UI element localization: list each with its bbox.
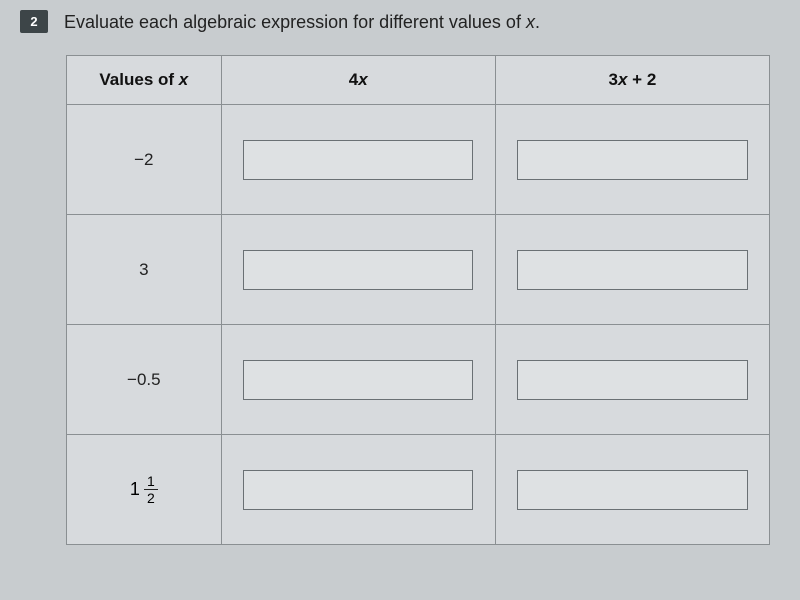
- answer-input-4x-row3[interactable]: [243, 360, 473, 400]
- col-header-3x-plus-2: 3x + 2: [495, 56, 769, 105]
- fraction-stack: 1 2: [144, 474, 158, 505]
- answer-input-4x-row4[interactable]: [243, 470, 473, 510]
- answer-cell-4x: [221, 215, 495, 325]
- col1-label-var: x: [179, 70, 188, 89]
- x-value-cell: 3: [67, 215, 222, 325]
- col2-label-before: 4: [349, 70, 358, 89]
- col2-label-var: x: [358, 70, 367, 89]
- answer-cell-3x2: [495, 325, 769, 435]
- question-text-before: Evaluate each algebraic expression for d…: [64, 12, 526, 32]
- answer-cell-3x2: [495, 435, 769, 545]
- x-value: −2: [134, 150, 153, 169]
- x-value-cell: 1 1 2: [67, 435, 222, 545]
- table-row: −0.5: [67, 325, 770, 435]
- question-header: 2 Evaluate each algebraic expression for…: [20, 10, 780, 35]
- question-text: Evaluate each algebraic expression for d…: [64, 10, 540, 35]
- table-row: 3: [67, 215, 770, 325]
- table-row: 1 1 2: [67, 435, 770, 545]
- answer-cell-4x: [221, 325, 495, 435]
- table-header-row: Values of x 4x 3x + 2: [67, 56, 770, 105]
- x-value: 3: [139, 260, 148, 279]
- answer-cell-3x2: [495, 105, 769, 215]
- col1-label-before: Values of: [99, 70, 178, 89]
- col3-label-after: + 2: [627, 70, 656, 89]
- fraction-denominator: 2: [147, 490, 155, 505]
- x-value-cell: −2: [67, 105, 222, 215]
- answer-input-3x2-row2[interactable]: [517, 250, 747, 290]
- expression-table: Values of x 4x 3x + 2 −2 3: [66, 55, 770, 545]
- question-var: x: [526, 12, 535, 32]
- answer-input-3x2-row1[interactable]: [517, 140, 747, 180]
- x-value-fraction: 1 1 2: [130, 474, 158, 505]
- x-value-cell: −0.5: [67, 325, 222, 435]
- answer-input-3x2-row3[interactable]: [517, 360, 747, 400]
- answer-cell-4x: [221, 105, 495, 215]
- answer-input-3x2-row4[interactable]: [517, 470, 747, 510]
- answer-cell-3x2: [495, 215, 769, 325]
- table-row: −2: [67, 105, 770, 215]
- question-text-after: .: [535, 12, 540, 32]
- fraction-whole: 1: [130, 479, 140, 500]
- col-header-4x: 4x: [221, 56, 495, 105]
- col3-label-before: 3: [609, 70, 618, 89]
- fraction-numerator: 1: [144, 474, 158, 490]
- answer-input-4x-row1[interactable]: [243, 140, 473, 180]
- question-number-badge: 2: [20, 10, 48, 33]
- x-value: −0.5: [127, 370, 161, 389]
- col-header-values-of-x: Values of x: [67, 56, 222, 105]
- answer-input-4x-row2[interactable]: [243, 250, 473, 290]
- answer-cell-4x: [221, 435, 495, 545]
- expression-table-container: Values of x 4x 3x + 2 −2 3: [66, 55, 770, 545]
